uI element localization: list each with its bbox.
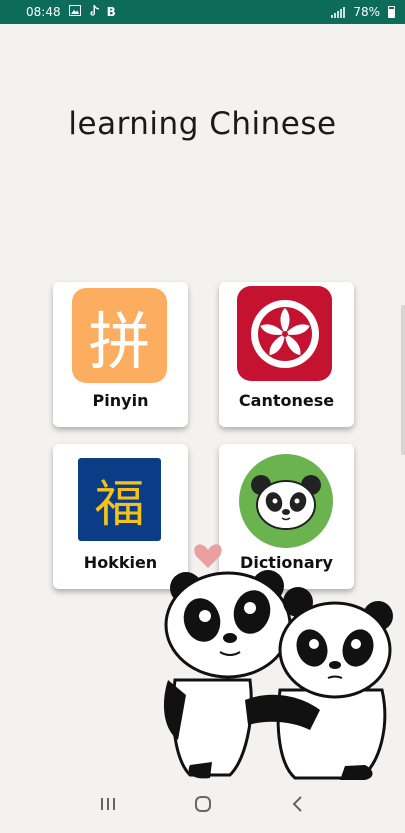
cantonese-card[interactable]: Cantonese <box>219 282 354 427</box>
home-icon <box>194 796 211 812</box>
navigation-bar <box>0 775 405 833</box>
fu-icon: 福 <box>78 458 161 541</box>
hokkien-glyph: 福 <box>94 474 145 533</box>
page-title: learning Chinese <box>68 106 337 142</box>
heart-icon <box>194 544 222 568</box>
pinyin-card[interactable]: 拼 Pinyin <box>53 282 188 427</box>
battery-percent: 78% <box>353 5 380 19</box>
status-time: 08:48 <box>26 5 61 19</box>
recents-button[interactable] <box>88 784 128 824</box>
status-right: 78% <box>331 5 395 19</box>
pinyin-glyph: 拼 <box>88 304 151 378</box>
signal-icon <box>331 6 346 18</box>
recents-icon <box>100 798 115 810</box>
cantonese-label: Cantonese <box>238 391 335 410</box>
status-left: 08:48 B <box>26 4 116 20</box>
image-icon <box>68 5 81 19</box>
battery-icon <box>388 6 395 18</box>
pinyin-icon: 拼 <box>72 288 167 383</box>
tiktok-icon <box>89 4 99 20</box>
b-icon: B <box>106 5 116 19</box>
back-button[interactable] <box>278 784 318 824</box>
status-bar: 08:48 B 78% <box>0 0 405 24</box>
back-icon <box>292 796 302 812</box>
edge-panel-handle[interactable] <box>401 305 405 455</box>
home-button[interactable] <box>183 784 223 824</box>
hong-kong-flag-icon <box>237 286 332 381</box>
pandas-illustration <box>163 544 393 780</box>
pinyin-label: Pinyin <box>92 391 149 410</box>
